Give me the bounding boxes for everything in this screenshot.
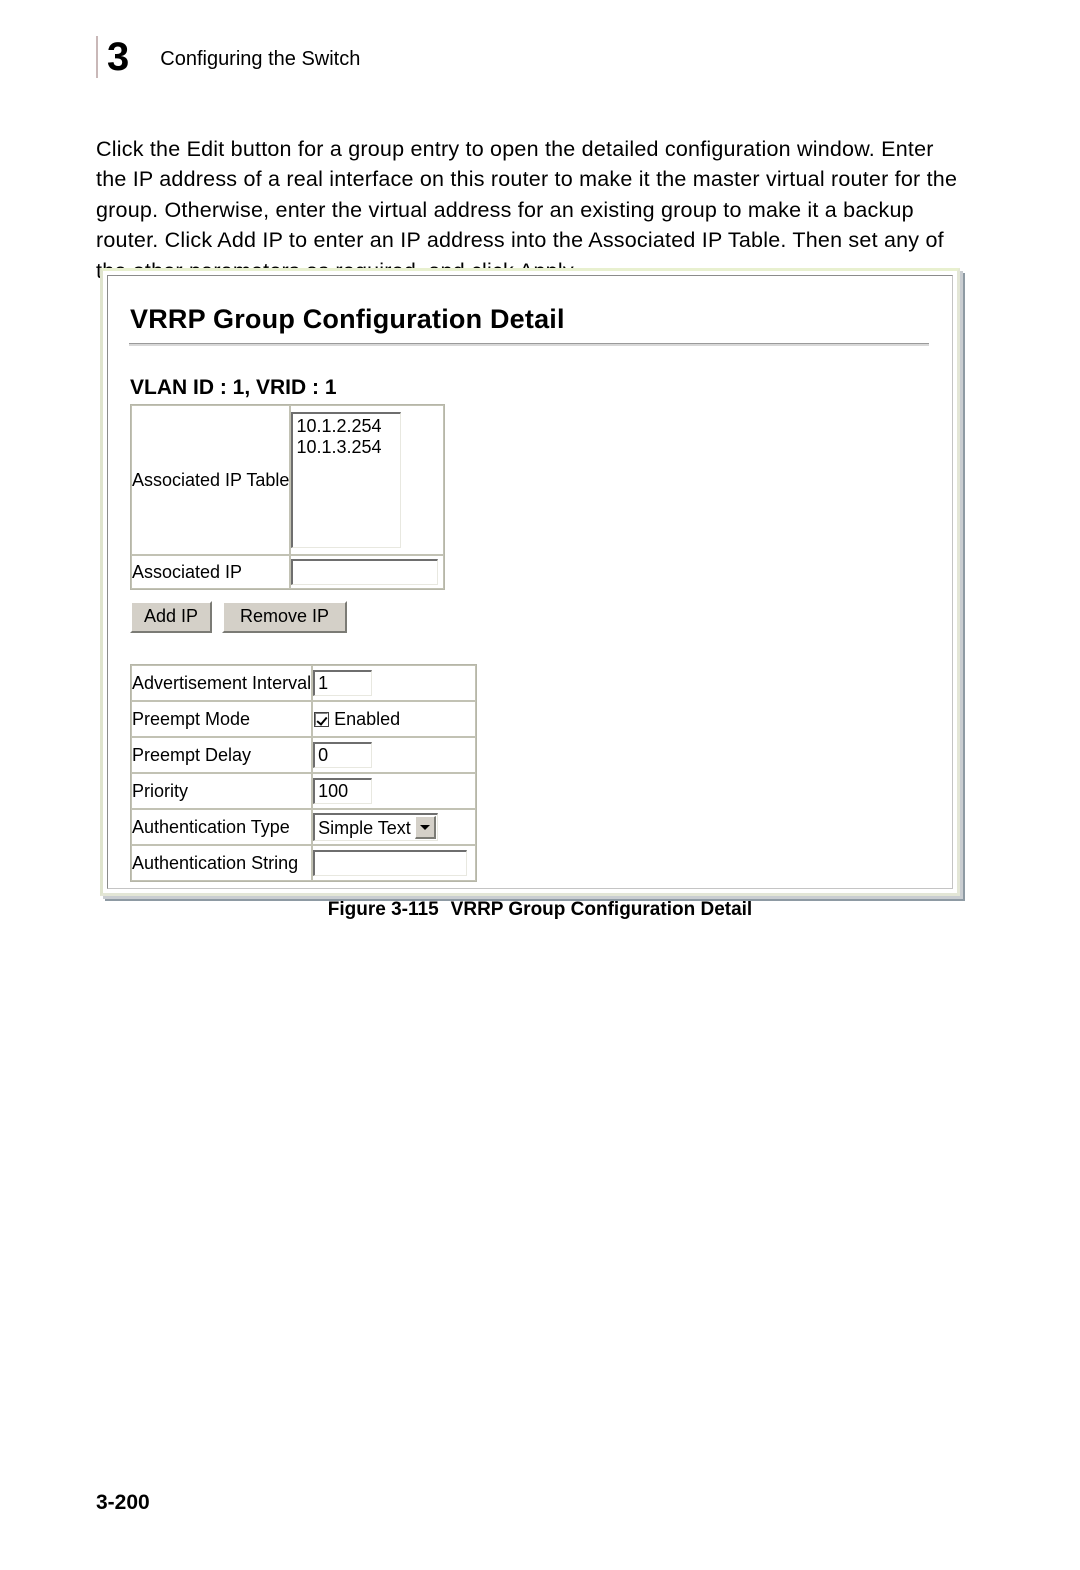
associated-ip-table-cell: 10.1.2.254 10.1.3.254 (290, 405, 445, 555)
authentication-type-cell: Simple Text (312, 809, 477, 845)
table-row: Authentication String (131, 845, 477, 881)
preempt-delay-input[interactable] (313, 742, 373, 768)
priority-cell (312, 773, 477, 809)
preempt-mode-label: Preempt Mode (131, 701, 313, 737)
authentication-string-input[interactable] (313, 850, 468, 876)
ip-action-buttons: Add IP Remove IP (130, 601, 348, 633)
vrrp-parameters-table: Advertisement Interval Preempt Mode Enab… (130, 664, 478, 882)
authentication-type-value: Simple Text (318, 818, 411, 838)
associated-ip-input-cell (290, 555, 445, 589)
list-item[interactable]: 10.1.3.254 (296, 437, 400, 458)
authentication-type-label: Authentication Type (131, 809, 313, 845)
screenshot-window: VRRP Group Configuration Detail VLAN ID … (107, 275, 953, 889)
authentication-string-cell (312, 845, 477, 881)
table-row: Associated IP (131, 555, 445, 589)
chapter-title: Configuring the Switch (160, 47, 361, 70)
table-row: Preempt Mode Enabled (131, 701, 477, 737)
vlan-vrid-heading: VLAN ID : 1, VRID : 1 (130, 376, 337, 399)
figure-caption-title: VRRP Group Configuration Detail (450, 899, 753, 920)
preempt-mode-checkbox-label: Enabled (334, 708, 401, 729)
advertisement-interval-label: Advertisement Interval (131, 665, 313, 701)
panel-divider (129, 343, 929, 346)
priority-input[interactable] (313, 778, 373, 804)
intro-paragraph: Click the Edit button for a group entry … (96, 136, 958, 283)
authentication-type-select[interactable]: Simple Text (313, 813, 438, 841)
advertisement-interval-input[interactable] (313, 670, 373, 696)
table-row: Preempt Delay (131, 737, 477, 773)
authentication-string-label: Authentication String (131, 845, 313, 881)
preempt-mode-checkbox[interactable]: Enabled (313, 709, 475, 730)
preempt-mode-cell: Enabled (312, 701, 477, 737)
add-ip-button[interactable]: Add IP (130, 601, 213, 633)
checkmark-icon[interactable] (314, 711, 330, 727)
preempt-delay-cell (312, 737, 477, 773)
remove-ip-button[interactable]: Remove IP (222, 601, 348, 633)
preempt-delay-label: Preempt Delay (131, 737, 313, 773)
figure-caption: Figure 3-115 VRRP Group Configuration Det… (0, 899, 1080, 921)
panel-title: VRRP Group Configuration Detail (130, 304, 565, 334)
associated-ip-listbox[interactable]: 10.1.2.254 10.1.3.254 (291, 412, 402, 548)
chevron-down-icon[interactable] (414, 816, 436, 839)
advertisement-interval-cell (312, 665, 477, 701)
priority-label: Priority (131, 773, 313, 809)
chapter-rule (96, 36, 98, 78)
table-row: Priority (131, 773, 477, 809)
chapter-number: 3 (107, 35, 129, 79)
page-header: 3 Configuring the Switch (96, 34, 360, 80)
list-item[interactable]: 10.1.2.254 (296, 416, 400, 437)
table-row: Authentication Type Simple Text (131, 809, 477, 845)
associated-ip-input[interactable] (291, 559, 439, 585)
associated-ip-section: Associated IP Table 10.1.2.254 10.1.3.25… (130, 404, 446, 590)
table-row: Associated IP Table 10.1.2.254 10.1.3.25… (131, 405, 445, 555)
figure-caption-label: Figure 3-115 (327, 899, 439, 920)
table-row: Advertisement Interval (131, 665, 477, 701)
associated-ip-label: Associated IP (131, 555, 291, 589)
screenshot-figure: VRRP Group Configuration Detail VLAN ID … (100, 268, 960, 896)
associated-ip-table-label: Associated IP Table (131, 405, 291, 555)
page-number: 3-200 (96, 1491, 150, 1514)
